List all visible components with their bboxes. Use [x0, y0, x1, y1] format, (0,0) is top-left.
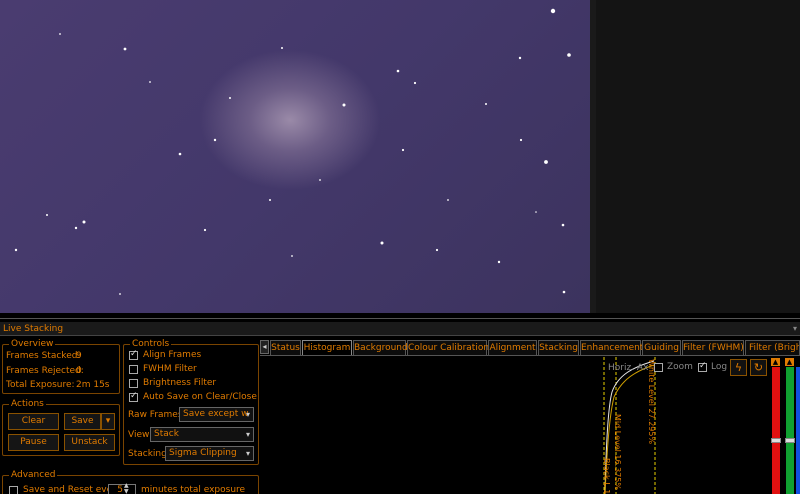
tab-filter-brightness[interactable]: Filter (Brightn — [745, 340, 800, 355]
lightning-icon: ϟ — [734, 361, 743, 374]
align-frames-checkbox[interactable] — [129, 349, 138, 360]
refresh-icon: ↻ — [753, 361, 764, 374]
chevron-left-icon: ◂ — [262, 342, 267, 351]
view-select[interactable]: Stack — [150, 427, 254, 442]
frames-stacked-value: 9 — [76, 351, 82, 361]
overview-title: Overview — [9, 339, 56, 349]
green-channel-knob[interactable] — [785, 438, 795, 443]
save-button[interactable]: Save — [64, 413, 101, 430]
tab-scroll-left-button[interactable]: ◂ — [260, 340, 269, 354]
actions-title: Actions — [9, 399, 46, 409]
horiz-axis-label: Horiz. Ax — [608, 363, 649, 373]
tab-stacking[interactable]: Stacking — [538, 340, 579, 355]
save-dropdown-button[interactable]: ▾ — [101, 413, 115, 430]
log-label: Log — [711, 362, 728, 372]
auto-stretch-button[interactable]: ϟ — [730, 359, 747, 376]
stacking-label: Stacking — [128, 449, 167, 459]
advanced-title: Advanced — [9, 470, 58, 480]
minutes-label: minutes total exposure — [141, 485, 246, 494]
tab-enhancement[interactable]: Enhancement — [580, 340, 643, 355]
align-frames-label: Align Frames — [143, 350, 202, 360]
blue-channel-slider[interactable] — [796, 367, 800, 494]
controls-title: Controls — [130, 339, 172, 349]
auto-save-label: Auto Save on Clear/Close — [143, 392, 257, 402]
chevron-down-icon: ▾ — [105, 416, 111, 426]
view-value: Stack — [154, 429, 179, 439]
brightness-filter-label: Brightness Filter — [143, 378, 217, 388]
view-label: View — [128, 430, 150, 440]
stacking-select[interactable]: Sigma Clipping — [165, 446, 254, 461]
histogram-tab-content — [260, 355, 800, 494]
red-channel-up-arrow[interactable]: ▲ — [771, 358, 780, 366]
fwhm-filter-checkbox[interactable] — [129, 365, 138, 374]
tab-filter-fwhm[interactable]: Filter (FWHM) — [682, 340, 744, 355]
frames-stacked-label: Frames Stacked: — [6, 351, 81, 361]
save-reset-minutes-input[interactable]: 5 — [108, 484, 136, 494]
tab-guiding[interactable]: Guiding — [642, 340, 681, 355]
tab-status[interactable]: Status — [270, 340, 301, 355]
red-channel-slider[interactable] — [772, 367, 780, 494]
panel-title: Live Stacking — [3, 324, 64, 334]
raw-frames-label: Raw Frames — [128, 410, 183, 420]
raw-frames-value: Save except w — [183, 409, 249, 419]
auto-save-checkbox[interactable] — [129, 391, 138, 402]
black-level-label: Black L 15% — [602, 458, 611, 494]
green-channel-up-arrow[interactable]: ▲ — [785, 358, 794, 366]
mid-level-label: Mid Level 16.375% — [613, 414, 622, 490]
unstack-button[interactable]: Unstack — [64, 434, 115, 451]
star-field — [14, 8, 571, 295]
save-reset-minutes-value: 5 — [117, 485, 123, 494]
tab-histogram[interactable]: Histogram — [302, 340, 352, 356]
frames-rejected-label: Frames Rejected: — [6, 366, 84, 376]
save-reset-label: Save and Reset every — [23, 485, 122, 494]
panel-title-bar: Live Stacking ▾ — [0, 322, 800, 336]
red-channel-knob[interactable] — [771, 438, 781, 443]
raw-frames-select[interactable]: Save except w — [179, 407, 254, 422]
tab-alignment[interactable]: Alignment — [488, 340, 537, 355]
log-checkbox[interactable] — [698, 361, 707, 372]
frames-rejected-value: 0 — [76, 366, 82, 376]
zoom-checkbox[interactable] — [654, 363, 663, 372]
reset-histogram-button[interactable]: ↻ — [750, 359, 767, 376]
zoom-label: Zoom — [667, 362, 693, 372]
tab-background[interactable]: Background — [353, 340, 408, 355]
brightness-filter-checkbox[interactable] — [129, 379, 138, 388]
empty-workspace — [596, 0, 800, 313]
green-channel-slider[interactable] — [786, 367, 794, 494]
tab-colour-calibration[interactable]: Colour Calibration — [407, 340, 489, 355]
stacking-value: Sigma Clipping — [169, 448, 237, 458]
chevron-down-icon[interactable]: ▾ — [793, 322, 797, 336]
save-reset-checkbox[interactable] — [9, 486, 18, 494]
stacked-image-view[interactable] — [0, 0, 590, 313]
fwhm-filter-label: FWHM Filter — [143, 364, 197, 374]
clear-button[interactable]: Clear — [8, 413, 59, 430]
total-exposure-label: Total Exposure: — [6, 380, 75, 390]
total-exposure-value: 2m 15s — [76, 380, 110, 390]
pause-button[interactable]: Pause — [8, 434, 59, 451]
spin-down-icon[interactable]: ▼ — [124, 488, 129, 494]
